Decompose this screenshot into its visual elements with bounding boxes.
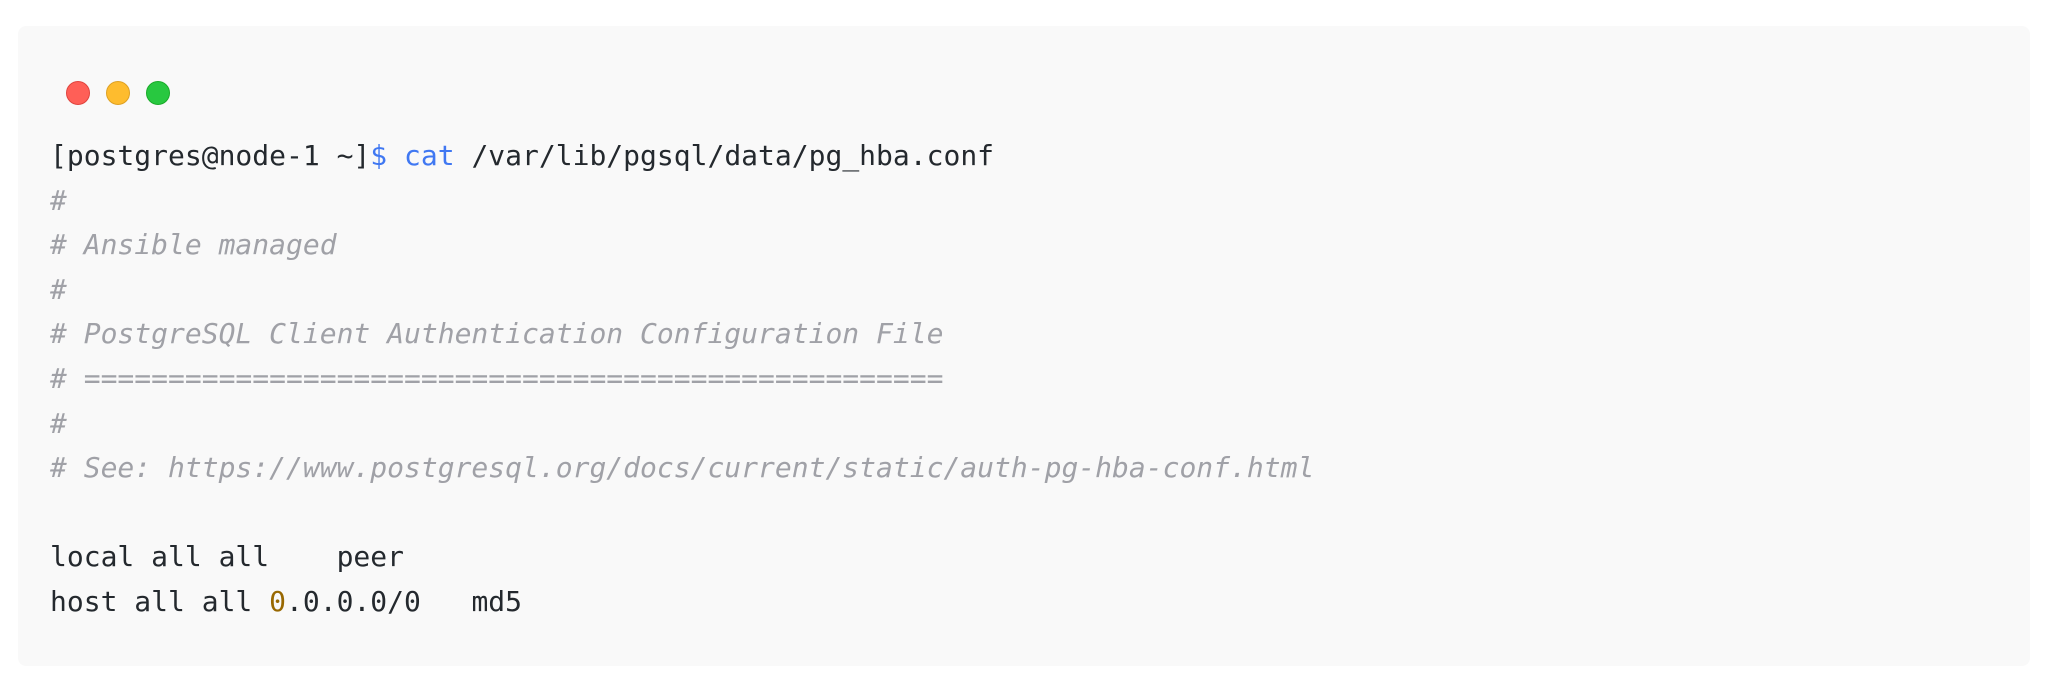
comment-line: #: [50, 183, 67, 217]
host-rule-suffix: .0.0.0/0 md5: [286, 584, 523, 618]
comment-line: # PostgreSQL Client Authentication Confi…: [50, 317, 944, 351]
terminal-output: [postgres@node-1 ~]$ cat /var/lib/pgsql/…: [50, 134, 1314, 625]
hba-rule-host: host all all 0.0.0.0/0 md5: [50, 580, 1314, 625]
comment-line: # See: https://www.postgresql.org/docs/c…: [50, 451, 1315, 485]
comment-line: # ======================================…: [50, 361, 944, 395]
host-rule-number: 0: [269, 584, 287, 618]
command-name: cat: [404, 139, 455, 172]
comment-line: # Ansible managed: [50, 228, 337, 262]
minimize-window-button[interactable]: [106, 81, 130, 105]
hba-rule-local: local all all peer: [50, 540, 405, 574]
close-window-button[interactable]: [66, 81, 90, 105]
comment-line: #: [50, 272, 67, 306]
command-argument: /var/lib/pgsql/data/pg_hba.conf: [454, 139, 995, 172]
prompt-symbol: $: [370, 139, 388, 172]
comment-line: #: [50, 406, 67, 440]
shell-prompt: [postgres@node-1 ~]: [50, 139, 371, 172]
maximize-window-button[interactable]: [146, 81, 170, 105]
host-rule-prefix: host all all: [50, 584, 270, 618]
command-line: [postgres@node-1 ~]$ cat /var/lib/pgsql/…: [50, 134, 1314, 179]
